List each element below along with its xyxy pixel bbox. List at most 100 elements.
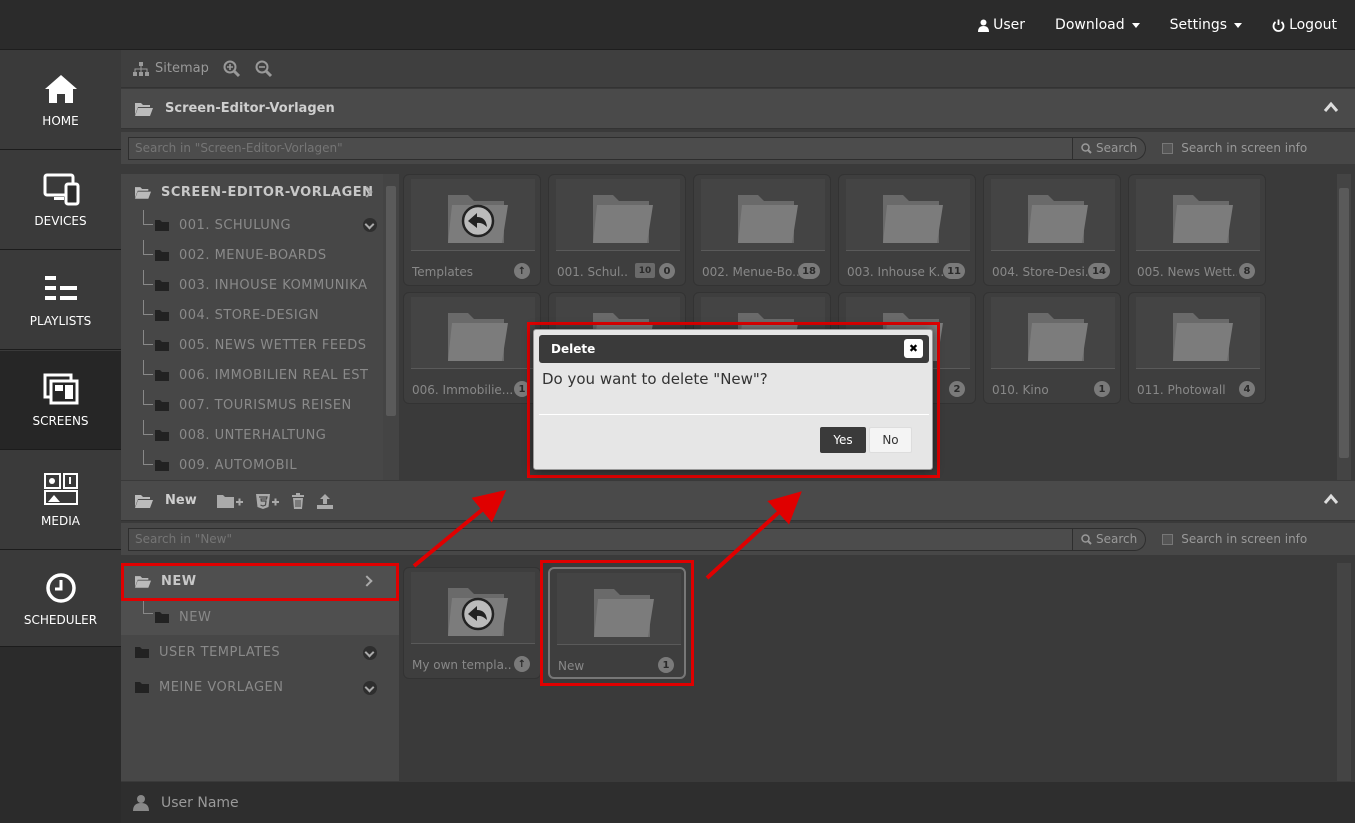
download-label: Download	[1055, 17, 1125, 33]
tree-root[interactable]: SCREEN-EDITOR-VORLAGEN	[121, 174, 399, 210]
tile-label: 006. Immobilie...	[412, 383, 512, 397]
search-button[interactable]: Search	[1073, 527, 1147, 551]
tile-label: 001. Schul...	[557, 265, 629, 279]
zoom-in-icon[interactable]	[223, 60, 241, 78]
tree-item[interactable]: NEW	[121, 599, 399, 635]
nav-scheduler[interactable]: SCHEDULER	[0, 550, 121, 647]
search-button[interactable]: Search	[1073, 136, 1147, 160]
expand-icon[interactable]	[363, 646, 377, 660]
nav-playlists[interactable]: PLAYLISTS	[0, 250, 121, 350]
tile-label: 010. Kino	[992, 383, 1049, 397]
tile-count: 8	[1239, 263, 1255, 279]
tree-item[interactable]: 007. TOURISMUS REISEN	[121, 390, 399, 420]
dialog-message: Do you want to delete "New"?	[542, 370, 768, 388]
expand-icon[interactable]	[363, 218, 377, 232]
up-arrow-icon[interactable]: ↑	[513, 263, 530, 279]
tile-folder[interactable]: 010. Kino 1	[983, 292, 1121, 404]
tree-item-label: 009. AUTOMOBIL	[179, 457, 298, 473]
zoom-out-icon[interactable]	[255, 60, 273, 78]
nav-label: PLAYLISTS	[29, 314, 92, 328]
tile-folder[interactable]: 005. News Wett... 8	[1128, 174, 1266, 286]
search-input[interactable]	[128, 527, 1073, 551]
search-input[interactable]	[128, 136, 1073, 160]
tree-item[interactable]: 002. MENUE-BOARDS	[121, 240, 399, 270]
dialog-header: Delete ✖	[539, 335, 929, 363]
settings-menu[interactable]: Settings	[1170, 17, 1243, 33]
tree-item-label: 001. SCHULUNG	[179, 217, 292, 233]
folder-icon	[155, 399, 169, 411]
devices-icon	[43, 173, 79, 206]
top-nav: User Download Settings Logout	[978, 0, 1337, 50]
chevron-up-icon[interactable]	[1323, 101, 1339, 113]
checkbox[interactable]	[1162, 142, 1174, 154]
tree-item[interactable]: 006. IMMOBILIEN REAL EST	[121, 360, 399, 390]
tree-item[interactable]: 004. STORE-DESIGN	[121, 300, 399, 330]
new-folder-icon[interactable]	[216, 493, 243, 509]
caret-down-icon	[1234, 22, 1243, 28]
folder-icon	[155, 611, 169, 623]
trash-icon[interactable]	[291, 492, 305, 509]
yes-button[interactable]: Yes	[820, 427, 866, 453]
checkbox[interactable]	[1162, 533, 1174, 545]
nav-screens[interactable]: SCREENS	[0, 350, 121, 450]
tile-folder[interactable]: My own templa... ↑	[403, 567, 541, 679]
folder-icon	[593, 195, 653, 243]
grid-scrollbar[interactable]	[1337, 174, 1351, 480]
folder-icon	[155, 429, 169, 441]
close-button[interactable]: ✖	[904, 339, 923, 358]
nav-devices[interactable]: DEVICES	[0, 150, 121, 250]
tile-folder[interactable]: 003. Inhouse K... 11	[838, 174, 976, 286]
html5-add-icon[interactable]	[255, 493, 279, 509]
tile-count: 4	[1239, 381, 1255, 397]
tree-item[interactable]: 008. UNTERHALTUNG	[121, 420, 399, 450]
tile-folder[interactable]: 011. Photowall 4	[1128, 292, 1266, 404]
nav-home[interactable]: HOME	[0, 50, 121, 150]
search-in-info-checkbox[interactable]: Search in screen info	[1162, 532, 1307, 546]
tree-item-label: 004. STORE-DESIGN	[179, 307, 320, 323]
folder-open-icon	[135, 186, 151, 199]
highlight-tile-new	[540, 560, 694, 686]
tree-scrollbar[interactable]	[383, 174, 399, 480]
tree-item[interactable]: 005. NEWS WETTER FEEDS	[121, 330, 399, 360]
sitemap-button[interactable]: Sitemap	[133, 61, 209, 76]
logout-button[interactable]: Logout	[1272, 17, 1337, 33]
search-row-templates: Search Search in screen info	[121, 132, 1355, 164]
tree-item[interactable]: 001. SCHULUNG	[121, 210, 399, 240]
tile-folder[interactable]: 004. Store-Desi... 14	[983, 174, 1121, 286]
status-bar: User Name	[121, 782, 1355, 823]
tree-item[interactable]: 003. INHOUSE KOMMUNIKA	[121, 270, 399, 300]
screens-icon	[43, 373, 78, 405]
nav-label: SCHEDULER	[23, 612, 98, 627]
tile-folder[interactable]: 006. Immobilie... 1	[403, 292, 541, 404]
tree-item[interactable]: MEINE VORLAGEN	[121, 670, 399, 705]
tree-item[interactable]: 009. AUTOMOBIL	[121, 450, 399, 480]
nav-media[interactable]: MEDIA	[0, 450, 121, 550]
expand-icon[interactable]	[363, 681, 377, 695]
folder-icon	[135, 682, 149, 693]
up-arrow-icon[interactable]: ↑	[513, 656, 530, 672]
chevron-up-icon[interactable]	[1323, 493, 1339, 505]
panel-title: Screen-Editor-Vorlagen	[165, 101, 335, 116]
no-button[interactable]: No	[869, 427, 912, 453]
tile-count: 0	[659, 263, 675, 279]
search-in-info-checkbox[interactable]: Search in screen info	[1162, 141, 1307, 155]
upload-icon[interactable]	[316, 493, 333, 509]
tile-folder[interactable]: 002. Menue-Bo... 18	[693, 174, 831, 286]
subfolder-count: 10	[635, 263, 655, 278]
tile-count: 18	[798, 263, 820, 279]
tile-folder[interactable]: 001. Schul... 10 0	[548, 174, 686, 286]
search-label: Search	[1096, 532, 1138, 546]
grid-scrollbar[interactable]	[1337, 563, 1351, 781]
tree-root-label: SCREEN-EDITOR-VORLAGEN	[161, 184, 374, 200]
folder-open-icon	[135, 102, 153, 116]
folder-icon	[738, 195, 798, 243]
tree-item[interactable]: USER TEMPLATES	[121, 635, 399, 670]
tile-label: 005. News Wett...	[1137, 265, 1237, 279]
tile-folder[interactable]: Templates ↑	[403, 174, 541, 286]
folder-icon	[1173, 195, 1233, 243]
user-menu[interactable]: User	[978, 17, 1025, 33]
nav-label: SCREENS	[32, 414, 89, 428]
folder-icon	[155, 369, 169, 381]
download-menu[interactable]: Download	[1055, 17, 1140, 33]
folder-icon	[448, 313, 508, 361]
